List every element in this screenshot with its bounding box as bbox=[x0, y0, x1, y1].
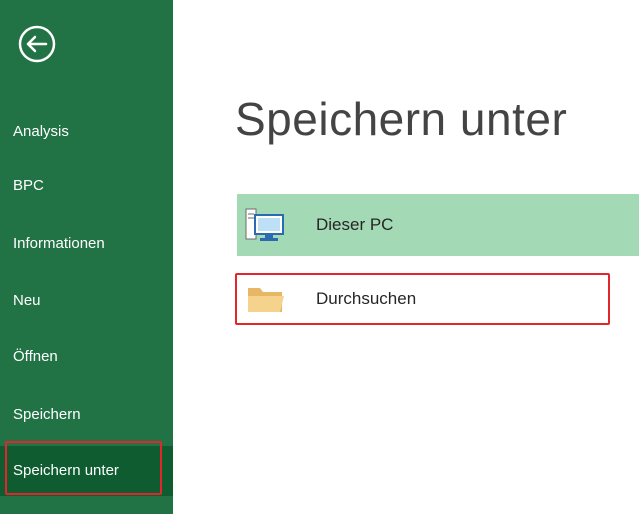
sidebar-item-analysis[interactable]: Analysis bbox=[0, 107, 173, 157]
location-label: Dieser PC bbox=[316, 215, 394, 234]
computer-icon bbox=[245, 208, 284, 241]
backstage-sidebar: Analysis BPC Informationen Neu Öffnen Sp… bbox=[0, 0, 173, 514]
sidebar-item-speichern-unter[interactable]: Speichern unter bbox=[0, 441, 173, 496]
back-arrow-icon bbox=[18, 25, 56, 63]
sidebar-item-oeffnen[interactable]: Öffnen bbox=[0, 332, 173, 382]
sidebar-item-bpc[interactable]: BPC bbox=[0, 161, 173, 211]
sidebar-item-informationen[interactable]: Informationen bbox=[0, 219, 173, 269]
location-dieser-pc[interactable]: Dieser PC bbox=[237, 194, 639, 256]
back-button[interactable] bbox=[13, 20, 61, 68]
page-title: Speichern unter bbox=[235, 93, 568, 145]
sidebar-item-neu[interactable]: Neu bbox=[0, 276, 173, 326]
folder-icon bbox=[248, 288, 284, 312]
location-label: Durchsuchen bbox=[316, 289, 417, 308]
sidebar-item-speichern[interactable]: Speichern bbox=[0, 390, 173, 440]
location-durchsuchen[interactable]: Durchsuchen bbox=[237, 268, 639, 330]
